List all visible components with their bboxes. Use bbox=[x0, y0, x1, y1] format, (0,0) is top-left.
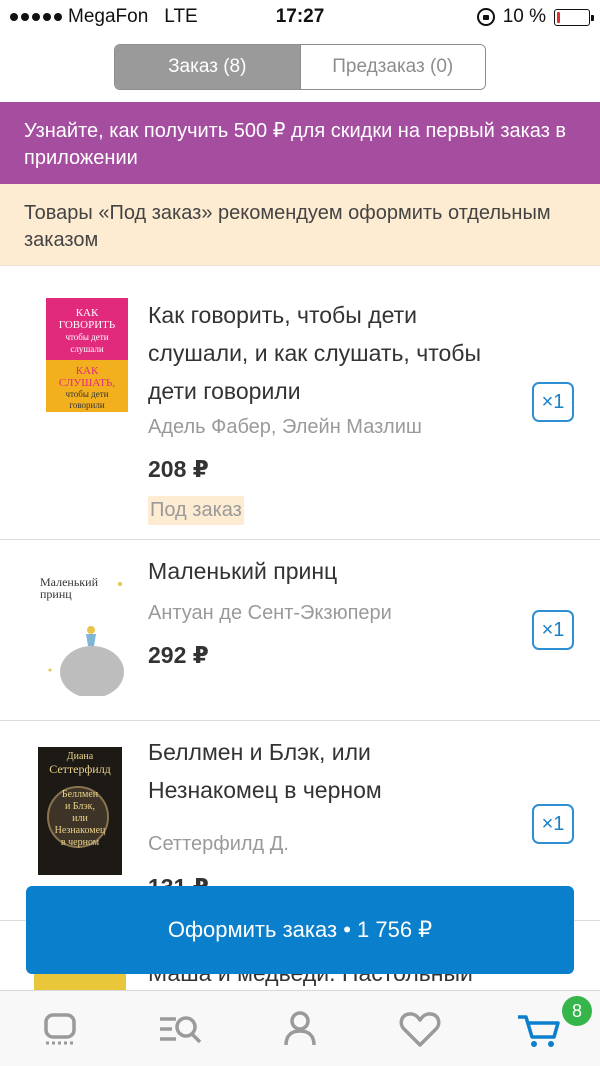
list-item[interactable]: КАК ГОВОРИТЬ чтобы дети слушали КАК СЛУШ… bbox=[0, 266, 600, 540]
book-cover-image: Маленький принц bbox=[38, 572, 126, 698]
cover-text: СЛУШАТЬ, bbox=[59, 377, 115, 389]
carrier-name: MegaFon bbox=[68, 6, 149, 27]
book-cover-image: Диана Сеттерфилд Беллмен и Блэк, или Нез… bbox=[38, 747, 122, 875]
star-shape bbox=[48, 668, 52, 672]
checkout-button[interactable]: Оформить заказ • 1 756 ₽ bbox=[26, 886, 574, 974]
book-cover: Маленький принц bbox=[38, 572, 126, 698]
quantity-button[interactable]: ×1 bbox=[532, 804, 574, 844]
item-price: 292 ₽ bbox=[148, 642, 209, 668]
item-title-line: Как говорить, чтобы дети bbox=[148, 302, 417, 328]
tab-cart[interactable]: 8 bbox=[480, 991, 600, 1066]
tab-favorites[interactable] bbox=[360, 991, 480, 1066]
item-price: 208 ₽ bbox=[148, 456, 209, 482]
tab-preorder[interactable]: Предзаказ (0) bbox=[299, 45, 485, 89]
cover-text: Сеттерфилд bbox=[49, 762, 111, 776]
quantity-button[interactable]: ×1 bbox=[532, 610, 574, 650]
cart-list: КАК ГОВОРИТЬ чтобы дети слушали КАК СЛУШ… bbox=[0, 266, 600, 921]
cover-text: чтобы дети bbox=[65, 332, 108, 342]
cover-text: Беллмен bbox=[62, 789, 99, 800]
star-shape bbox=[118, 582, 122, 586]
cover-text: слушали bbox=[70, 344, 103, 354]
item-title[interactable]: Маленький принц bbox=[148, 552, 538, 590]
tab-profile[interactable] bbox=[240, 991, 360, 1066]
status-bar: MegaFon LTE 17:27 10 % bbox=[0, 0, 600, 34]
book-cover: Диана Сеттерфилд Беллмен и Блэк, или Нез… bbox=[38, 747, 122, 875]
item-title-line: Маленький принц bbox=[148, 558, 338, 584]
cover-text: Незнакомец bbox=[55, 825, 106, 836]
book-cover-image: КАК ГОВОРИТЬ чтобы дети слушали КАК СЛУШ… bbox=[46, 298, 128, 412]
preorder-tag: Под заказ bbox=[148, 496, 244, 525]
profile-icon bbox=[284, 1010, 316, 1045]
cover-text: или bbox=[72, 813, 88, 824]
tab-bar: 8 bbox=[0, 990, 600, 1066]
signal-strength-icon bbox=[10, 13, 62, 21]
cover-text: в черном bbox=[61, 837, 100, 848]
order-type-switch: Заказ (8) Предзаказ (0) bbox=[0, 44, 600, 90]
cart-icon bbox=[518, 1014, 560, 1047]
item-author: Сеттерфилд Д. bbox=[148, 833, 289, 855]
home-icon bbox=[44, 1012, 76, 1044]
cart-count-badge: 8 bbox=[562, 996, 592, 1026]
catalog-search-icon bbox=[160, 1015, 202, 1043]
quantity-button[interactable]: ×1 bbox=[532, 382, 574, 422]
item-title[interactable]: Как говорить, чтобы дети слушали, и как … bbox=[148, 296, 538, 410]
battery-level bbox=[557, 11, 560, 23]
item-title-line: Беллмен и Блэк, или bbox=[148, 739, 371, 765]
cover-text: ГОВОРИТЬ bbox=[59, 319, 115, 331]
cover-text: принц bbox=[40, 587, 72, 601]
item-title-line: дети говорили bbox=[148, 378, 301, 404]
item-title-line: Незнакомец в черном bbox=[148, 777, 382, 803]
book-cover: КАК ГОВОРИТЬ чтобы дети слушали КАК СЛУШ… bbox=[46, 298, 128, 412]
item-author: Адель Фабер, Элейн Мазлиш bbox=[148, 416, 422, 438]
battery-icon bbox=[554, 8, 594, 26]
network-type: LTE bbox=[164, 6, 198, 27]
item-title-line: слушали, и как слушать, чтобы bbox=[148, 340, 481, 366]
battery-percent: 10 % bbox=[502, 6, 546, 27]
cover-text: КАК bbox=[76, 365, 99, 377]
list-item[interactable]: Маленький принц Маленький принц Антуан д… bbox=[0, 540, 600, 721]
cover-text: Диана bbox=[67, 751, 94, 762]
tab-catalog[interactable] bbox=[120, 991, 240, 1066]
rotation-lock-icon bbox=[476, 8, 495, 26]
item-title[interactable]: Беллмен и Блэк, или Незнакомец в черном bbox=[148, 733, 538, 809]
item-author: Антуан де Сент-Экзюпери bbox=[148, 602, 392, 624]
prince-head bbox=[87, 626, 95, 634]
cover-text: чтобы дети bbox=[65, 389, 108, 399]
cover-text: и Блэк, bbox=[65, 801, 95, 812]
info-banner: Товары «Под заказ» рекомендуем оформить … bbox=[0, 184, 600, 266]
planet-shape bbox=[60, 646, 124, 698]
tab-order[interactable]: Заказ (8) bbox=[115, 45, 300, 89]
cover-text: КАК bbox=[76, 307, 99, 319]
heart-icon bbox=[399, 1011, 441, 1047]
tab-home[interactable] bbox=[0, 991, 120, 1066]
promo-banner[interactable]: Узнайте, как получить 500 ₽ для скидки н… bbox=[0, 102, 600, 184]
cover-text: говорили bbox=[69, 400, 104, 410]
